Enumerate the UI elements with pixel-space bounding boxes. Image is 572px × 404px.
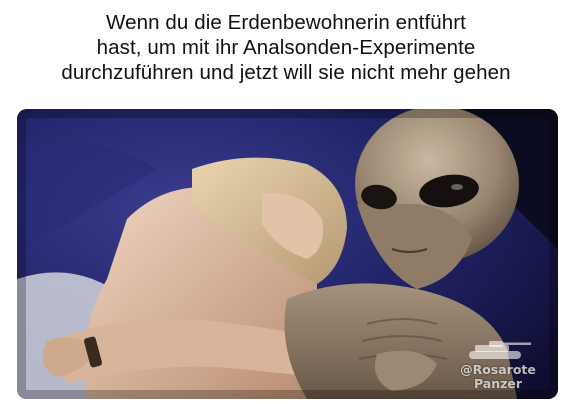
caption-line-3: durchzuführen und jetzt will sie nicht m… <box>61 61 511 84</box>
caption-line-1: Wenn du die Erdenbewohnerin entführt <box>106 11 466 34</box>
meme-caption: Wenn du die Erdenbewohnerin entführt has… <box>0 10 572 85</box>
meme-photo: @Rosarote Panzer <box>17 109 558 399</box>
tank-icon <box>469 341 531 359</box>
watermark-name: Panzer <box>473 376 523 391</box>
watermark-handle: @Rosarote <box>460 362 536 377</box>
watermark: @Rosarote Panzer <box>450 339 546 391</box>
caption-line-2: hast, um mit ihr Analsonden-Experimente <box>96 36 476 59</box>
